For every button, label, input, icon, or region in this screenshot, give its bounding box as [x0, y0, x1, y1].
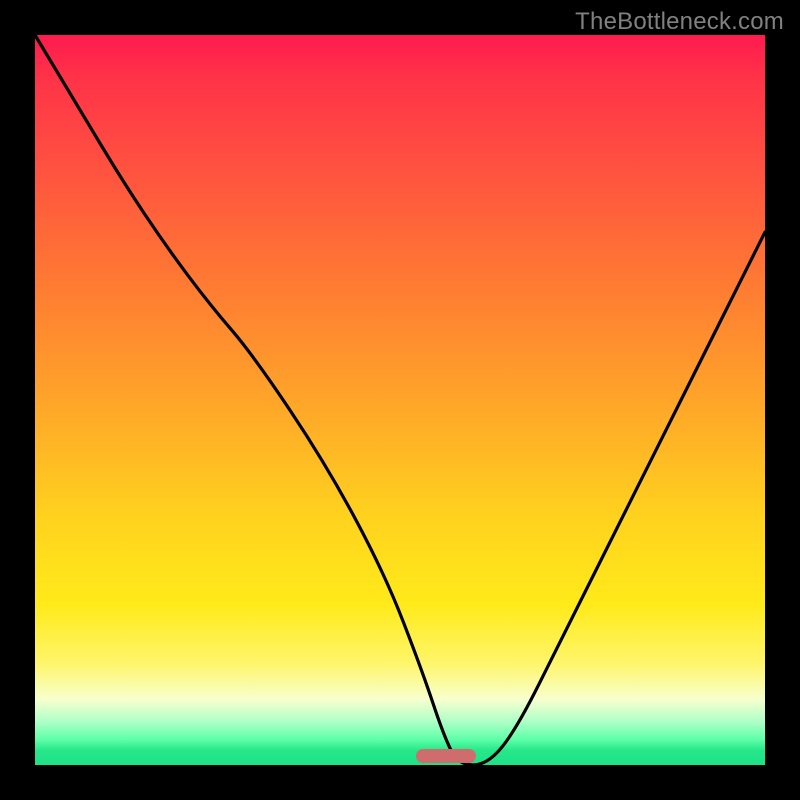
optimal-range-marker	[416, 749, 476, 763]
bottleneck-curve	[35, 35, 765, 765]
chart-frame: TheBottleneck.com	[0, 0, 800, 800]
watermark-text: TheBottleneck.com	[575, 8, 784, 36]
curve-path	[35, 35, 765, 765]
